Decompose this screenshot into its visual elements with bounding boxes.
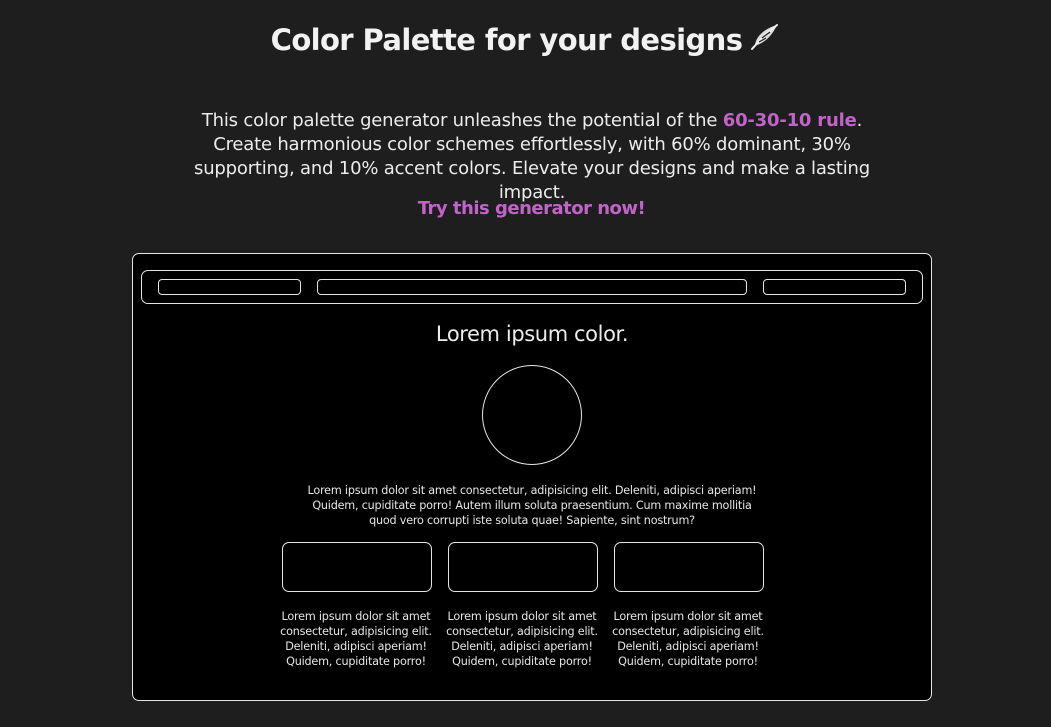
preview-card-1 <box>282 542 432 592</box>
preview-card-1-text: Lorem ipsum dolor sit amet consectetur, … <box>280 610 432 668</box>
page-title: Color Palette for your designs <box>0 22 1051 57</box>
preview-card-3-text: Lorem ipsum dolor sit amet consectetur, … <box>612 610 764 668</box>
preview-heading: Lorem ipsum color. <box>435 322 629 346</box>
preview-nav-center-slot <box>317 279 747 295</box>
preview-navbar <box>141 270 923 304</box>
preview-card-3 <box>614 542 764 592</box>
page: Color Palette for your designs This colo… <box>0 0 1051 727</box>
preview-nav-right-slot <box>763 279 906 295</box>
palette-preview: Lorem ipsum color. Lorem ipsum dolor sit… <box>132 253 932 701</box>
intro-paragraph: This color palette generator unleashes t… <box>175 109 889 205</box>
page-title-text: Color Palette for your designs <box>270 23 743 57</box>
preview-circle <box>482 365 582 465</box>
preview-nav-left-slot <box>158 279 301 295</box>
preview-paragraph: Lorem ipsum dolor sit amet consectetur, … <box>307 484 757 527</box>
preview-card-2 <box>448 542 598 592</box>
feather-quill-icon <box>751 24 779 50</box>
intro-text-before: This color palette generator unleashes t… <box>201 110 723 131</box>
preview-card-2-text: Lorem ipsum dolor sit amet consectetur, … <box>446 610 598 668</box>
try-generator-link[interactable]: Try this generator now! <box>0 198 1051 219</box>
rule-link[interactable]: 60-30-10 rule <box>723 110 857 131</box>
